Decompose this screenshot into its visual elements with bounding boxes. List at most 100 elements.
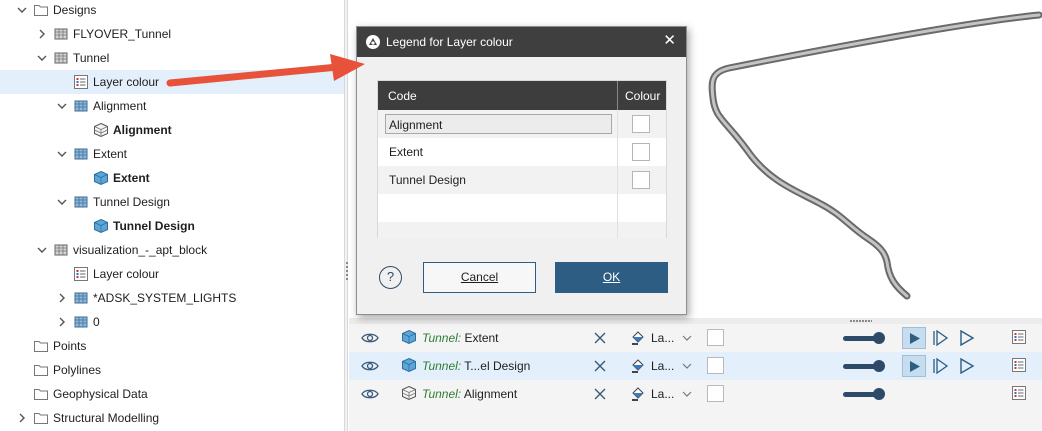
tree-item-points[interactable]: Points — [0, 334, 344, 358]
eye-icon[interactable] — [361, 331, 379, 345]
colour-mode-label[interactable]: La... — [651, 331, 674, 345]
play-icon — [910, 361, 920, 372]
legend-row[interactable]: Alignment — [378, 110, 666, 138]
tree-item-tunnel-design-mesh[interactable]: Tunnel Design — [0, 214, 344, 238]
layer-block-icon — [74, 100, 88, 112]
scene-object-row[interactable]: Tunnel: T...el Design La... — [349, 352, 1042, 380]
tree-item-visualization-apt-block[interactable]: visualization_-_apt_block — [0, 238, 344, 262]
paint-bucket-icon[interactable] — [629, 385, 647, 403]
paint-bucket-icon[interactable] — [629, 357, 647, 375]
code-input[interactable]: Alignment — [385, 114, 612, 134]
tree-item-polylines[interactable]: Polylines — [0, 358, 344, 382]
help-icon[interactable]: ? — [379, 266, 402, 289]
legend-icon[interactable] — [1011, 385, 1027, 401]
close-icon[interactable]: ✕ — [663, 33, 676, 49]
legend-row[interactable]: Extent — [378, 138, 666, 166]
tree-item-label: Alignment — [113, 123, 172, 137]
paint-bucket-icon[interactable] — [629, 329, 647, 347]
tree-item-designs[interactable]: Designs — [0, 0, 344, 22]
colour-mode-label[interactable]: La... — [651, 387, 674, 401]
tree-item-adsk-system-lights[interactable]: *ADSK_SYSTEM_LIGHTS — [0, 286, 344, 310]
chevron-right-icon[interactable] — [36, 28, 48, 40]
colour-mode-label[interactable]: La... — [651, 359, 674, 373]
chevron-down-icon[interactable] — [56, 100, 68, 112]
tree-item-layer-colour-2[interactable]: Layer colour — [0, 262, 344, 286]
code-value: Tunnel Design — [389, 173, 466, 187]
cancel-button-label: Cancel — [460, 270, 499, 284]
layer-block-icon — [74, 148, 88, 160]
chevron-down-icon[interactable] — [36, 244, 48, 256]
colour-swatch[interactable] — [632, 171, 650, 189]
column-divider — [617, 110, 618, 238]
chevron-down-icon[interactable] — [56, 196, 68, 208]
tree-item-label: Tunnel Design — [113, 219, 195, 233]
eye-icon[interactable] — [361, 359, 379, 373]
opacity-slider-handle[interactable] — [873, 332, 885, 344]
dialog-title-bar[interactable]: Legend for Layer colour ✕ — [357, 27, 686, 57]
close-icon[interactable] — [594, 332, 606, 344]
ok-button[interactable]: OK — [555, 262, 668, 293]
colour-swatch[interactable] — [632, 143, 650, 161]
tree-item-alignment-mesh[interactable]: Alignment — [0, 118, 344, 142]
scene-objects-list: Tunnel: Extent La... Tunnel: T...el Desi… — [349, 324, 1042, 431]
chevron-down-icon[interactable] — [682, 362, 692, 370]
tree-item-label: Extent — [113, 171, 150, 185]
chevron-right-icon[interactable] — [16, 412, 28, 424]
tree-item-extent-group[interactable]: Extent — [0, 142, 344, 166]
splitter-grip — [346, 270, 348, 272]
scene-object-row[interactable]: Tunnel: Alignment La... — [349, 380, 1042, 408]
chevron-down-icon[interactable] — [16, 4, 28, 16]
tree-item-label: Extent — [93, 147, 128, 161]
cad-block-icon — [54, 28, 68, 40]
legend-icon[interactable] — [1011, 357, 1027, 373]
tree-item-label: Points — [53, 339, 87, 353]
eye-icon[interactable] — [361, 387, 379, 401]
code-column-header[interactable]: Code — [378, 81, 617, 110]
tree-item-flyover-tunnel[interactable]: FLYOVER_Tunnel — [0, 22, 344, 46]
chevron-right-icon[interactable] — [56, 316, 68, 328]
cancel-button[interactable]: Cancel — [423, 262, 536, 293]
colour-swatch[interactable] — [632, 115, 650, 133]
play-toggle-button[interactable] — [902, 355, 926, 377]
column-header-label: Colour — [625, 89, 661, 103]
tree-item-tunnel-design-group[interactable]: Tunnel Design — [0, 190, 344, 214]
chevron-down-icon[interactable] — [56, 148, 68, 160]
colour-swatch[interactable] — [707, 357, 724, 374]
opacity-slider-handle[interactable] — [873, 360, 885, 372]
colour-column-header[interactable]: Colour — [618, 81, 666, 110]
code-value: Extent — [389, 145, 424, 159]
chevron-down-icon[interactable] — [36, 52, 48, 64]
opacity-slider-handle[interactable] — [873, 388, 885, 400]
play-outline-icon[interactable] — [959, 330, 975, 346]
layer-block-icon — [74, 292, 88, 304]
colour-swatch[interactable] — [707, 385, 724, 402]
close-icon[interactable] — [594, 388, 606, 400]
splitter-grip — [346, 274, 348, 276]
column-header-label: Code — [388, 89, 417, 103]
tree-item-label: FLYOVER_Tunnel — [73, 27, 172, 41]
legend-row-empty — [378, 222, 666, 238]
tree-item-extent-mesh[interactable]: Extent — [0, 166, 344, 190]
splitter-grip — [346, 278, 348, 280]
object-label: Alignment — [463, 387, 518, 401]
legend-row[interactable]: Tunnel Design — [378, 166, 666, 194]
legend-icon[interactable] — [1011, 329, 1027, 345]
tree-item-geophysical-data[interactable]: Geophysical Data — [0, 382, 344, 406]
object-prefix: Tunnel: — [422, 359, 462, 373]
layer-block-icon — [74, 196, 88, 208]
tree-item-structural-modelling[interactable]: Structural Modelling — [0, 406, 344, 430]
tree-item-alignment-group[interactable]: Alignment — [0, 94, 344, 118]
chevron-right-icon[interactable] — [56, 292, 68, 304]
play-outline-icon[interactable] — [959, 358, 975, 374]
play-toggle-button[interactable] — [902, 327, 926, 349]
scene-object-row[interactable]: Tunnel: Extent La... — [349, 324, 1042, 352]
chevron-down-icon[interactable] — [682, 390, 692, 398]
step-play-icon[interactable] — [932, 357, 950, 375]
tree-item-label: visualization_-_apt_block — [73, 243, 208, 257]
colour-swatch[interactable] — [707, 329, 724, 346]
tree-item-layer-0[interactable]: 0 — [0, 310, 344, 334]
step-play-icon[interactable] — [932, 329, 950, 347]
close-icon[interactable] — [594, 360, 606, 372]
object-prefix: Tunnel: — [422, 387, 462, 401]
chevron-down-icon[interactable] — [682, 334, 692, 342]
